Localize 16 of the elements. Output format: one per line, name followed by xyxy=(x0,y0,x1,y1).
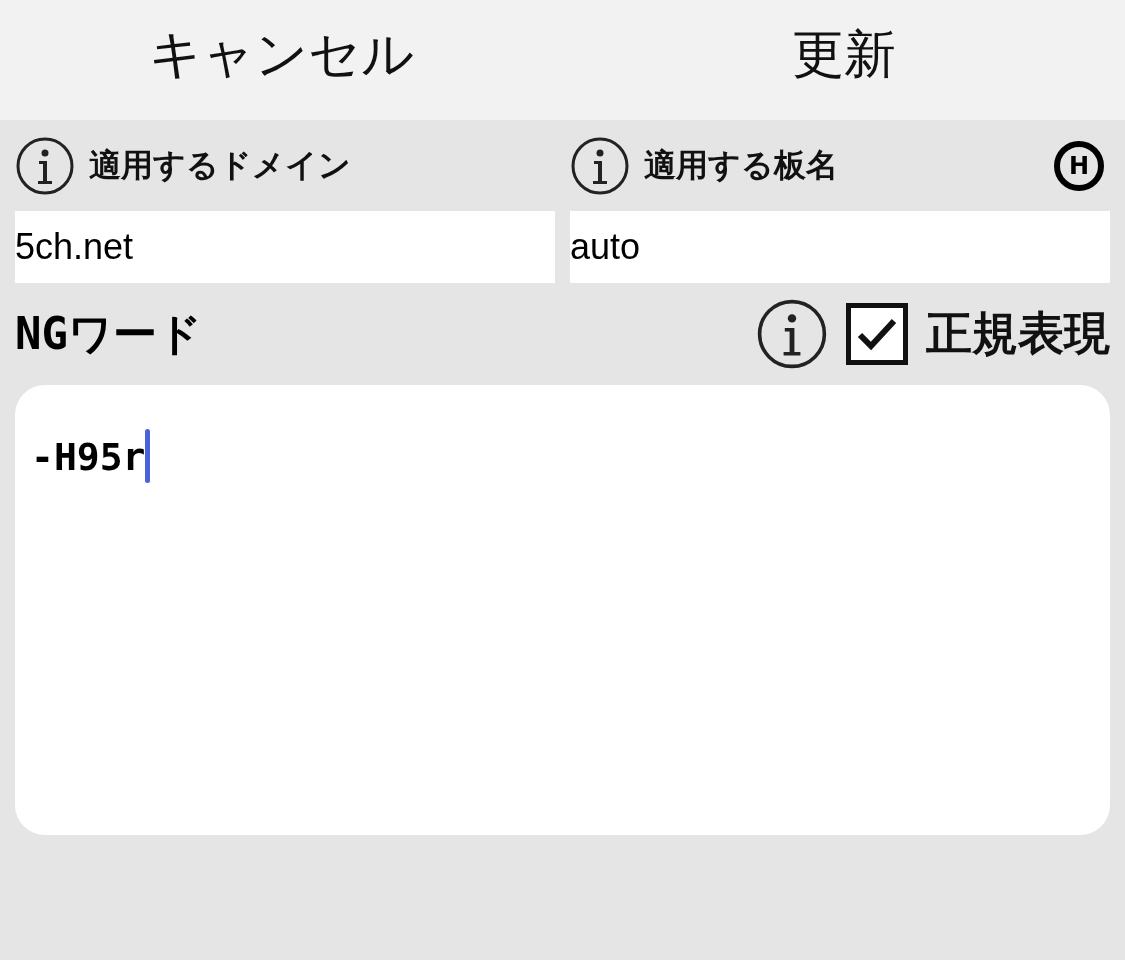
info-icon[interactable] xyxy=(570,136,630,196)
info-icon[interactable] xyxy=(756,298,828,370)
cancel-button[interactable]: キャンセル xyxy=(0,0,563,110)
regex-label: 正規表現 xyxy=(926,305,1110,362)
update-button[interactable]: 更新 xyxy=(562,0,1125,110)
text-cursor xyxy=(145,429,151,483)
domain-field[interactable]: 5ch.net xyxy=(15,211,555,283)
board-field[interactable]: auto xyxy=(570,211,1110,283)
info-icon[interactable] xyxy=(15,136,75,196)
board-label: 適用する板名 xyxy=(644,145,839,186)
domain-label: 適用するドメイン xyxy=(89,145,352,186)
regex-checkbox[interactable] xyxy=(846,303,908,365)
history-badge[interactable]: H xyxy=(1054,141,1104,191)
ng-word-text-area[interactable]: -H95r xyxy=(15,385,1110,835)
ng-word-label: NGワード xyxy=(15,306,203,361)
check-mark-icon xyxy=(857,317,897,351)
